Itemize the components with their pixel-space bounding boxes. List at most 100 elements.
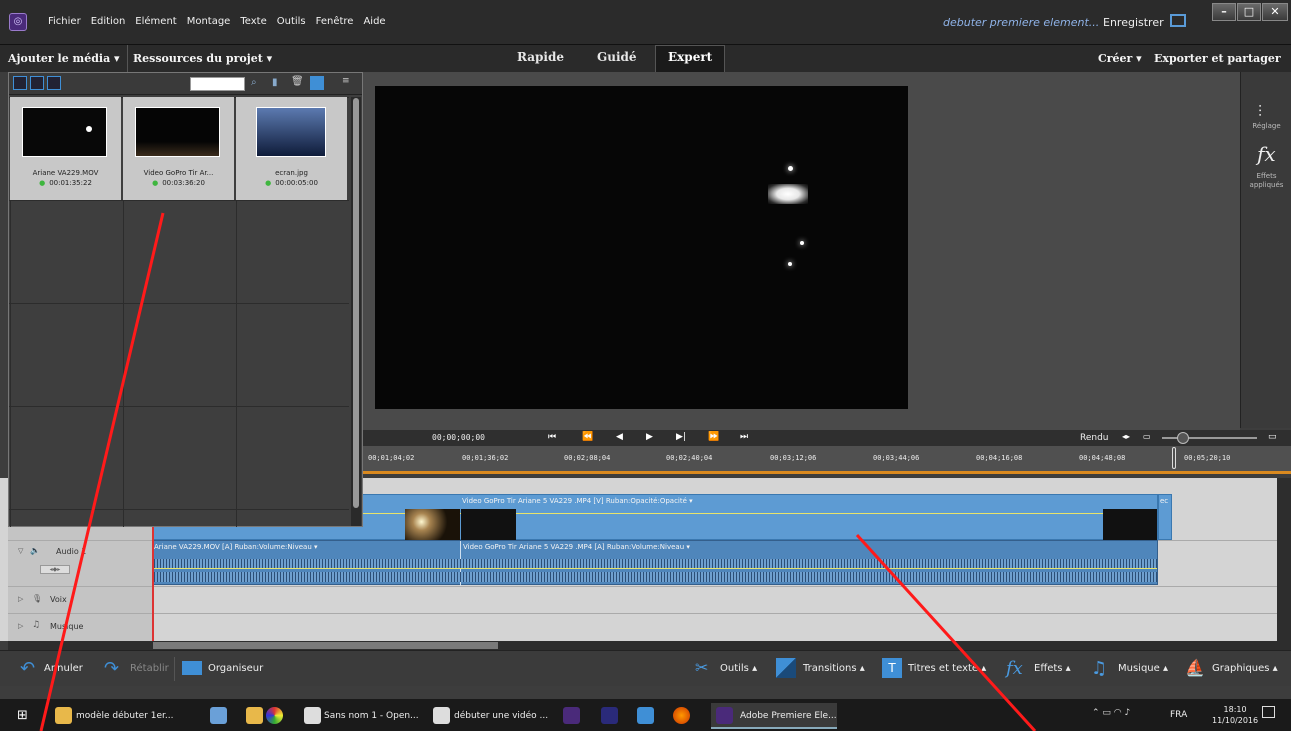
- tools-icon[interactable]: ✂: [695, 658, 715, 678]
- redo-button[interactable]: Rétablir: [130, 663, 169, 674]
- monitor-icon[interactable]: [1170, 14, 1186, 27]
- app-icon[interactable]: [210, 707, 227, 724]
- menu-timeline[interactable]: Montage: [187, 16, 231, 27]
- create-button[interactable]: Créer ▾: [1098, 52, 1142, 65]
- redo-icon[interactable]: ↷: [104, 658, 124, 679]
- taskbar-item[interactable]: Adobe Premiere Ele...: [740, 705, 837, 727]
- expand-icon[interactable]: ▷: [18, 595, 23, 603]
- premiere-icon[interactable]: [563, 707, 580, 724]
- menu-clip[interactable]: Elément: [135, 16, 176, 27]
- zoom-slider-knob[interactable]: [1177, 432, 1189, 444]
- timeline-view-icon[interactable]: ▭: [1143, 432, 1151, 441]
- adjust-icon[interactable]: ⫶: [1258, 102, 1262, 122]
- step-forward-icon[interactable]: ▶|: [676, 432, 686, 442]
- minimize-icon[interactable]: –: [1212, 3, 1236, 21]
- transitions-button[interactable]: Transitions ▴: [803, 663, 865, 674]
- undo-button[interactable]: Annuler: [44, 663, 83, 674]
- menu-help[interactable]: Aide: [363, 16, 385, 27]
- taskbar-item[interactable]: débuter une vidéo ...: [454, 705, 548, 727]
- trash-icon[interactable]: 🗑: [291, 76, 304, 87]
- tab-expert[interactable]: Expert: [668, 50, 712, 64]
- menu-window[interactable]: Fenêtre: [316, 16, 354, 27]
- goto-end-icon[interactable]: ⏭: [740, 432, 748, 442]
- tools-button[interactable]: Outils ▴: [720, 663, 757, 674]
- timeline-vertical-scrollbar[interactable]: [1277, 478, 1291, 650]
- tab-quick[interactable]: Rapide: [517, 50, 564, 64]
- media-item[interactable]: Ariane VA229.MOV 00:01:35:22: [10, 97, 121, 200]
- scrollbar-thumb[interactable]: [153, 642, 498, 649]
- close-icon[interactable]: ✕: [1262, 3, 1288, 21]
- play-icon[interactable]: ▶: [646, 432, 653, 442]
- organizer-icon[interactable]: [182, 661, 202, 675]
- folder-icon[interactable]: [55, 707, 72, 724]
- media-item[interactable]: ecran.jpg 00:00:05:00: [236, 97, 347, 200]
- premiere-icon[interactable]: [601, 707, 618, 724]
- speaker-icon[interactable]: 🔈: [30, 546, 40, 555]
- step-back-icon[interactable]: ◀: [616, 432, 623, 442]
- app-icon[interactable]: [637, 707, 654, 724]
- add-media-button[interactable]: Ajouter le média ▾: [8, 52, 120, 65]
- keyframe-nav-icon[interactable]: ◂◆▸: [40, 565, 70, 574]
- graphics-button[interactable]: Graphiques ▴: [1212, 663, 1278, 674]
- taskbar-item[interactable]: modèle débuter 1er...: [76, 705, 173, 727]
- music-button[interactable]: Musique ▴: [1118, 663, 1168, 674]
- menu-file[interactable]: Fichier: [48, 16, 81, 27]
- render-button[interactable]: Rendu: [1080, 433, 1109, 443]
- titles-text-button[interactable]: Titres et texte ▴: [908, 663, 986, 674]
- menu-tools[interactable]: Outils: [277, 16, 306, 27]
- language-indicator[interactable]: FRA: [1170, 704, 1187, 726]
- new-item-icon[interactable]: ▮: [272, 77, 278, 88]
- volume-line[interactable]: [154, 568, 1157, 569]
- microphone-icon[interactable]: 🎙: [32, 594, 42, 603]
- tab-guided[interactable]: Guidé: [597, 50, 637, 64]
- music-icon[interactable]: ♫: [1091, 658, 1111, 679]
- timecode[interactable]: 00;00;00;00: [432, 433, 485, 442]
- collapse-icon[interactable]: ▽: [18, 547, 23, 555]
- audio-icon[interactable]: [47, 76, 61, 90]
- audio-clip[interactable]: Ariane VA229.MOV [A] Ruban:Volume:Niveau…: [153, 540, 1158, 586]
- next-edit-icon[interactable]: ⏩: [708, 432, 719, 442]
- taskbar-item[interactable]: Sans nom 1 - Open...: [324, 705, 419, 727]
- video-preview[interactable]: [375, 86, 908, 409]
- timeline-ruler[interactable]: 00;01;04;02 00;01;36;02 00;02;08;04 00;0…: [362, 446, 1291, 474]
- menu-edit[interactable]: Edition: [91, 16, 126, 27]
- media-item[interactable]: Video GoPro Tir Ar... 00:03:36:20: [123, 97, 234, 200]
- fullscreen-icon[interactable]: ▭: [1268, 432, 1277, 442]
- filmstrip-icon[interactable]: [13, 76, 27, 90]
- goto-start-icon[interactable]: ⏮: [548, 432, 556, 442]
- image-icon[interactable]: [30, 76, 44, 90]
- firefox-icon[interactable]: [673, 707, 690, 724]
- music-note-icon[interactable]: ♫: [32, 620, 40, 630]
- undo-icon[interactable]: ↶: [20, 658, 40, 679]
- graphics-icon[interactable]: ⛵: [1185, 658, 1205, 678]
- windows-start-icon[interactable]: ⊞: [17, 708, 28, 723]
- effects-button[interactable]: Effets ▴: [1034, 663, 1071, 674]
- clock[interactable]: 18:10 11/10/2016: [1212, 704, 1258, 726]
- work-area-end-marker[interactable]: [1172, 447, 1176, 469]
- prev-edit-icon[interactable]: ⏪: [582, 432, 593, 442]
- pin-icon[interactable]: [310, 76, 324, 90]
- notification-icon[interactable]: [1262, 706, 1275, 718]
- export-share-button[interactable]: Exporter et partager: [1154, 52, 1281, 65]
- project-resources-button[interactable]: Ressources du projet ▾: [133, 52, 272, 65]
- assets-search-input[interactable]: [190, 77, 245, 91]
- tray-icons[interactable]: ⌃ ▭ ◠ ♪: [1092, 708, 1130, 718]
- organizer-button[interactable]: Organiseur: [208, 663, 263, 674]
- search-icon[interactable]: ⌕: [251, 77, 257, 88]
- explorer-icon[interactable]: [246, 707, 263, 724]
- panel-menu-icon[interactable]: ≡: [342, 76, 350, 86]
- fx-icon[interactable]: fx: [1257, 142, 1276, 166]
- marker-icon[interactable]: ◂▸: [1122, 432, 1130, 441]
- menu-text[interactable]: Texte: [240, 16, 266, 27]
- transitions-icon[interactable]: [776, 658, 796, 678]
- expand-icon[interactable]: ▷: [18, 622, 23, 630]
- scrollbar-thumb[interactable]: [353, 98, 359, 508]
- maximize-icon[interactable]: □: [1237, 3, 1261, 21]
- premiere-icon[interactable]: [716, 707, 733, 724]
- adjust-label[interactable]: Réglage: [1241, 122, 1291, 130]
- effects-icon[interactable]: fx: [1006, 658, 1026, 679]
- applied-effects-label[interactable]: Effets appliqués: [1241, 172, 1291, 190]
- titles-icon[interactable]: T: [882, 658, 902, 678]
- openoffice-icon[interactable]: [304, 707, 321, 724]
- image-clip[interactable]: ec: [1158, 494, 1172, 540]
